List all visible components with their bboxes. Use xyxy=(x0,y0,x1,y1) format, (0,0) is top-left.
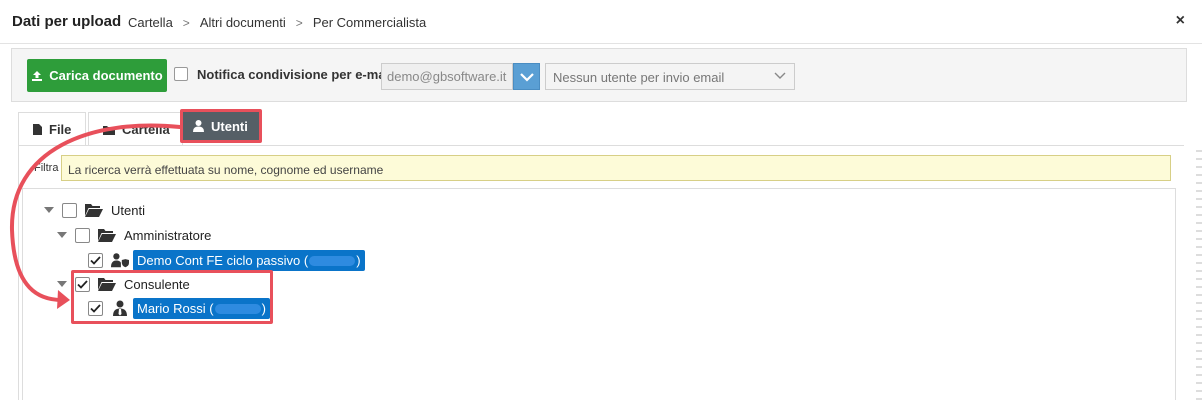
annotation-arrow xyxy=(9,123,182,309)
